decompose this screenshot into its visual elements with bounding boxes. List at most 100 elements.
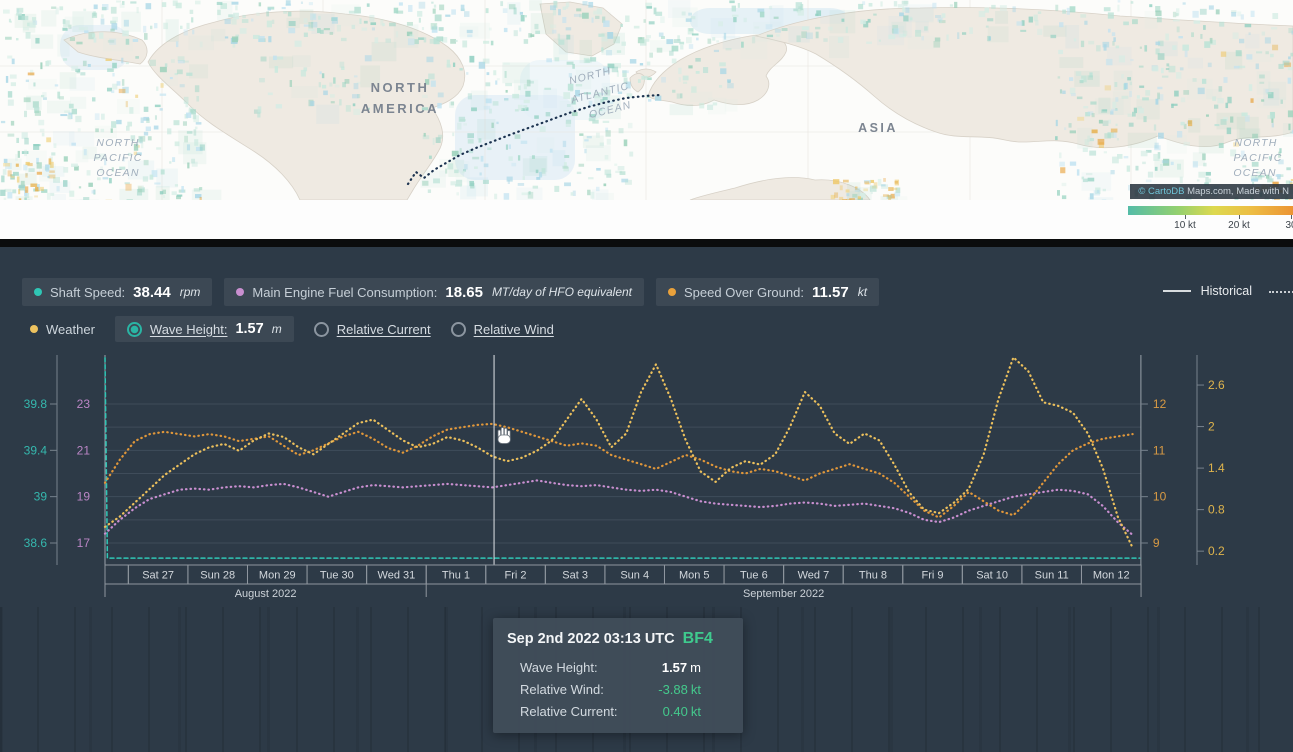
- metric-badges-row: Shaft Speed: 38.44 rpm Main Engine Fuel …: [22, 278, 880, 306]
- month-label: September 2022: [743, 588, 824, 600]
- wave-height-option-label[interactable]: Wave Height:: [150, 322, 228, 337]
- sog-value: 11.57: [811, 283, 849, 301]
- relative-wind-label[interactable]: Relative Wind: [474, 322, 554, 337]
- beaufort-badge: BF4: [682, 630, 713, 647]
- shaft-axis-label: 39.8: [24, 397, 48, 411]
- x-axis-label: Tue 30: [320, 570, 354, 582]
- voyage-dashboard: { "map": { "region_labels": [ {"text":"N…: [0, 0, 1293, 752]
- x-axis-label: Fri 2: [505, 570, 527, 582]
- x-axis-label: Mon 12: [1093, 570, 1130, 582]
- x-axis-label: Mon 29: [259, 570, 296, 582]
- wind-gradient-bar: [1128, 206, 1293, 215]
- wind-tick-10: [1185, 215, 1186, 219]
- fuel-unit: MT/day of HFO equivalent: [491, 285, 632, 299]
- wave-axis-label: 0.8: [1208, 503, 1225, 517]
- x-axis-label: Sat 27: [142, 570, 174, 582]
- weather-dot-icon: [30, 325, 38, 333]
- sog-axis-label: 10: [1153, 490, 1167, 504]
- map-label: PACIFIC: [93, 152, 142, 164]
- relative-current-label[interactable]: Relative Current: [337, 322, 431, 337]
- tooltip-rows: Wave Height: 1.57 m Relative Wind: -3.88 k…: [507, 660, 729, 719]
- series-line-speed-over-ground: [103, 422, 1134, 519]
- shaft-axis-label: 39.4: [24, 443, 48, 457]
- fuel-axis-label: 19: [77, 490, 91, 504]
- shaft-axis-label: 39: [34, 490, 48, 504]
- relative-wind-option[interactable]: Relative Wind: [450, 321, 554, 337]
- x-axis-label: Sun 4: [620, 570, 649, 582]
- tooltip-row-relative-current: Relative Current: 0.40 kt: [520, 704, 701, 719]
- weather-controls: Weather Wave Height: 1.57 m Relative Cur…: [30, 314, 554, 344]
- speed-over-ground-badge: Speed Over Ground: 11.57 kt: [656, 278, 880, 306]
- map-canvas[interactable]: NORTH AMERICA ASIA NORTH PACIFIC OCEAN NORTH PA…: [0, 0, 1293, 200]
- x-axis-label: Fri 9: [922, 570, 944, 582]
- fuel-label: Main Engine Fuel Consumption:: [252, 284, 438, 300]
- wave-height-option[interactable]: Wave Height: 1.57 m: [114, 316, 294, 342]
- sog-axis-label: 9: [1153, 536, 1160, 550]
- sog-unit: kt: [857, 285, 868, 299]
- map-attribution: © CartoDB Maps.com, Made with N: [1130, 184, 1293, 199]
- analytics-panel: Shaft Speed: 38.44 rpm Main Engine Fuel …: [0, 247, 1293, 752]
- attribution-link[interactable]: © CartoDB: [1138, 186, 1184, 197]
- chart-tooltip: Sep 2nd 2022 03:13 UTC BF4 Wave Height: 1…: [493, 618, 743, 733]
- x-axis-label: Sat 10: [976, 570, 1008, 582]
- x-axis-label: Thu 8: [859, 570, 887, 582]
- x-axis-label: Sat 3: [562, 570, 588, 582]
- map-label: NORTH: [371, 80, 430, 95]
- tooltip-timestamp: Sep 2nd 2022 03:13 UTC: [507, 631, 675, 647]
- shaft-speed-badge: Shaft Speed: 38.44 rpm: [22, 278, 213, 306]
- wave-height-unit: m: [271, 322, 282, 336]
- fuel-consumption-badge: Main Engine Fuel Consumption: 18.65 MT/d…: [224, 278, 644, 306]
- shaft-speed-unit: rpm: [179, 285, 201, 299]
- shaft-axis-label: 38.6: [24, 536, 48, 550]
- historical-legend: Historical: [1162, 284, 1252, 298]
- wind-tick-30: [1291, 215, 1292, 219]
- relative-current-radio[interactable]: [313, 321, 329, 337]
- tooltip-row-wave-height: Wave Height: 1.57 m: [520, 660, 701, 675]
- world-map[interactable]: NORTH AMERICA ASIA NORTH PACIFIC OCEAN NORTH PA…: [0, 0, 1293, 200]
- sog-dot-icon: [668, 288, 676, 296]
- cursor-icon: [497, 427, 511, 444]
- x-axis-label: Wed 31: [378, 570, 416, 582]
- x-axis-day-cell[interactable]: [104, 564, 129, 585]
- tooltip-row-relative-wind: Relative Wind: -3.88 kt: [520, 682, 701, 697]
- wave-axis-label: 1.4: [1208, 461, 1225, 475]
- sog-axis-label: 12: [1153, 397, 1167, 411]
- wave-axis-label: 2: [1208, 420, 1215, 434]
- month-label: August 2022: [235, 588, 297, 600]
- relative-current-option[interactable]: Relative Current: [313, 321, 431, 337]
- x-axis-label: Wed 7: [798, 570, 830, 582]
- weather-label: Weather: [46, 321, 95, 337]
- map-label: ASIA: [858, 121, 898, 135]
- x-axis-label: Sun 11: [1035, 570, 1069, 582]
- wind-speed-legend: 10 kt 20 kt 30: [0, 200, 1293, 239]
- timeseries-chart[interactable]: 39.8 39.4 39 38.6 23 21 19 17 12 11 10 9 2.6 2 1.4 0.8 0…: [0, 350, 1293, 620]
- wave-axis-label: 0.2: [1208, 544, 1225, 558]
- forecast-line-swatch: [1269, 291, 1293, 293]
- wind-label-30: 30: [1285, 220, 1293, 231]
- relative-wind-radio[interactable]: [450, 321, 466, 337]
- fuel-dot-icon: [236, 288, 245, 296]
- historical-label: Historical: [1200, 284, 1252, 298]
- fuel-axis-label: 23: [77, 397, 91, 411]
- weather-title: Weather: [30, 322, 95, 337]
- x-axis-label: Sun 28: [200, 570, 235, 582]
- sog-axis-label: 11: [1153, 443, 1166, 457]
- attribution-text: Maps.com, Made with N: [1184, 186, 1289, 197]
- wave-height-current-value: 1.57: [235, 321, 264, 337]
- wave-height-radio[interactable]: [126, 321, 142, 337]
- sog-label: Speed Over Ground:: [684, 284, 804, 300]
- wind-label-20: 20 kt: [1228, 220, 1250, 231]
- section-divider: [0, 239, 1293, 247]
- fuel-value: 18.65: [445, 283, 483, 301]
- wind-tick-20: [1239, 215, 1240, 219]
- map-label: AMERICA: [361, 101, 439, 116]
- shaft-speed-dot-icon: [34, 288, 42, 296]
- shaft-speed-label: Shaft Speed:: [50, 284, 126, 300]
- wave-axis-label: 2.6: [1208, 378, 1225, 392]
- wind-label-10: 10 kt: [1174, 220, 1196, 231]
- map-label: PACIFIC: [1233, 152, 1282, 164]
- historical-line-swatch: [1162, 290, 1191, 292]
- map-label: NORTH: [1234, 137, 1277, 149]
- fuel-axis-label: 21: [77, 443, 91, 457]
- map-label: OCEAN: [96, 167, 139, 179]
